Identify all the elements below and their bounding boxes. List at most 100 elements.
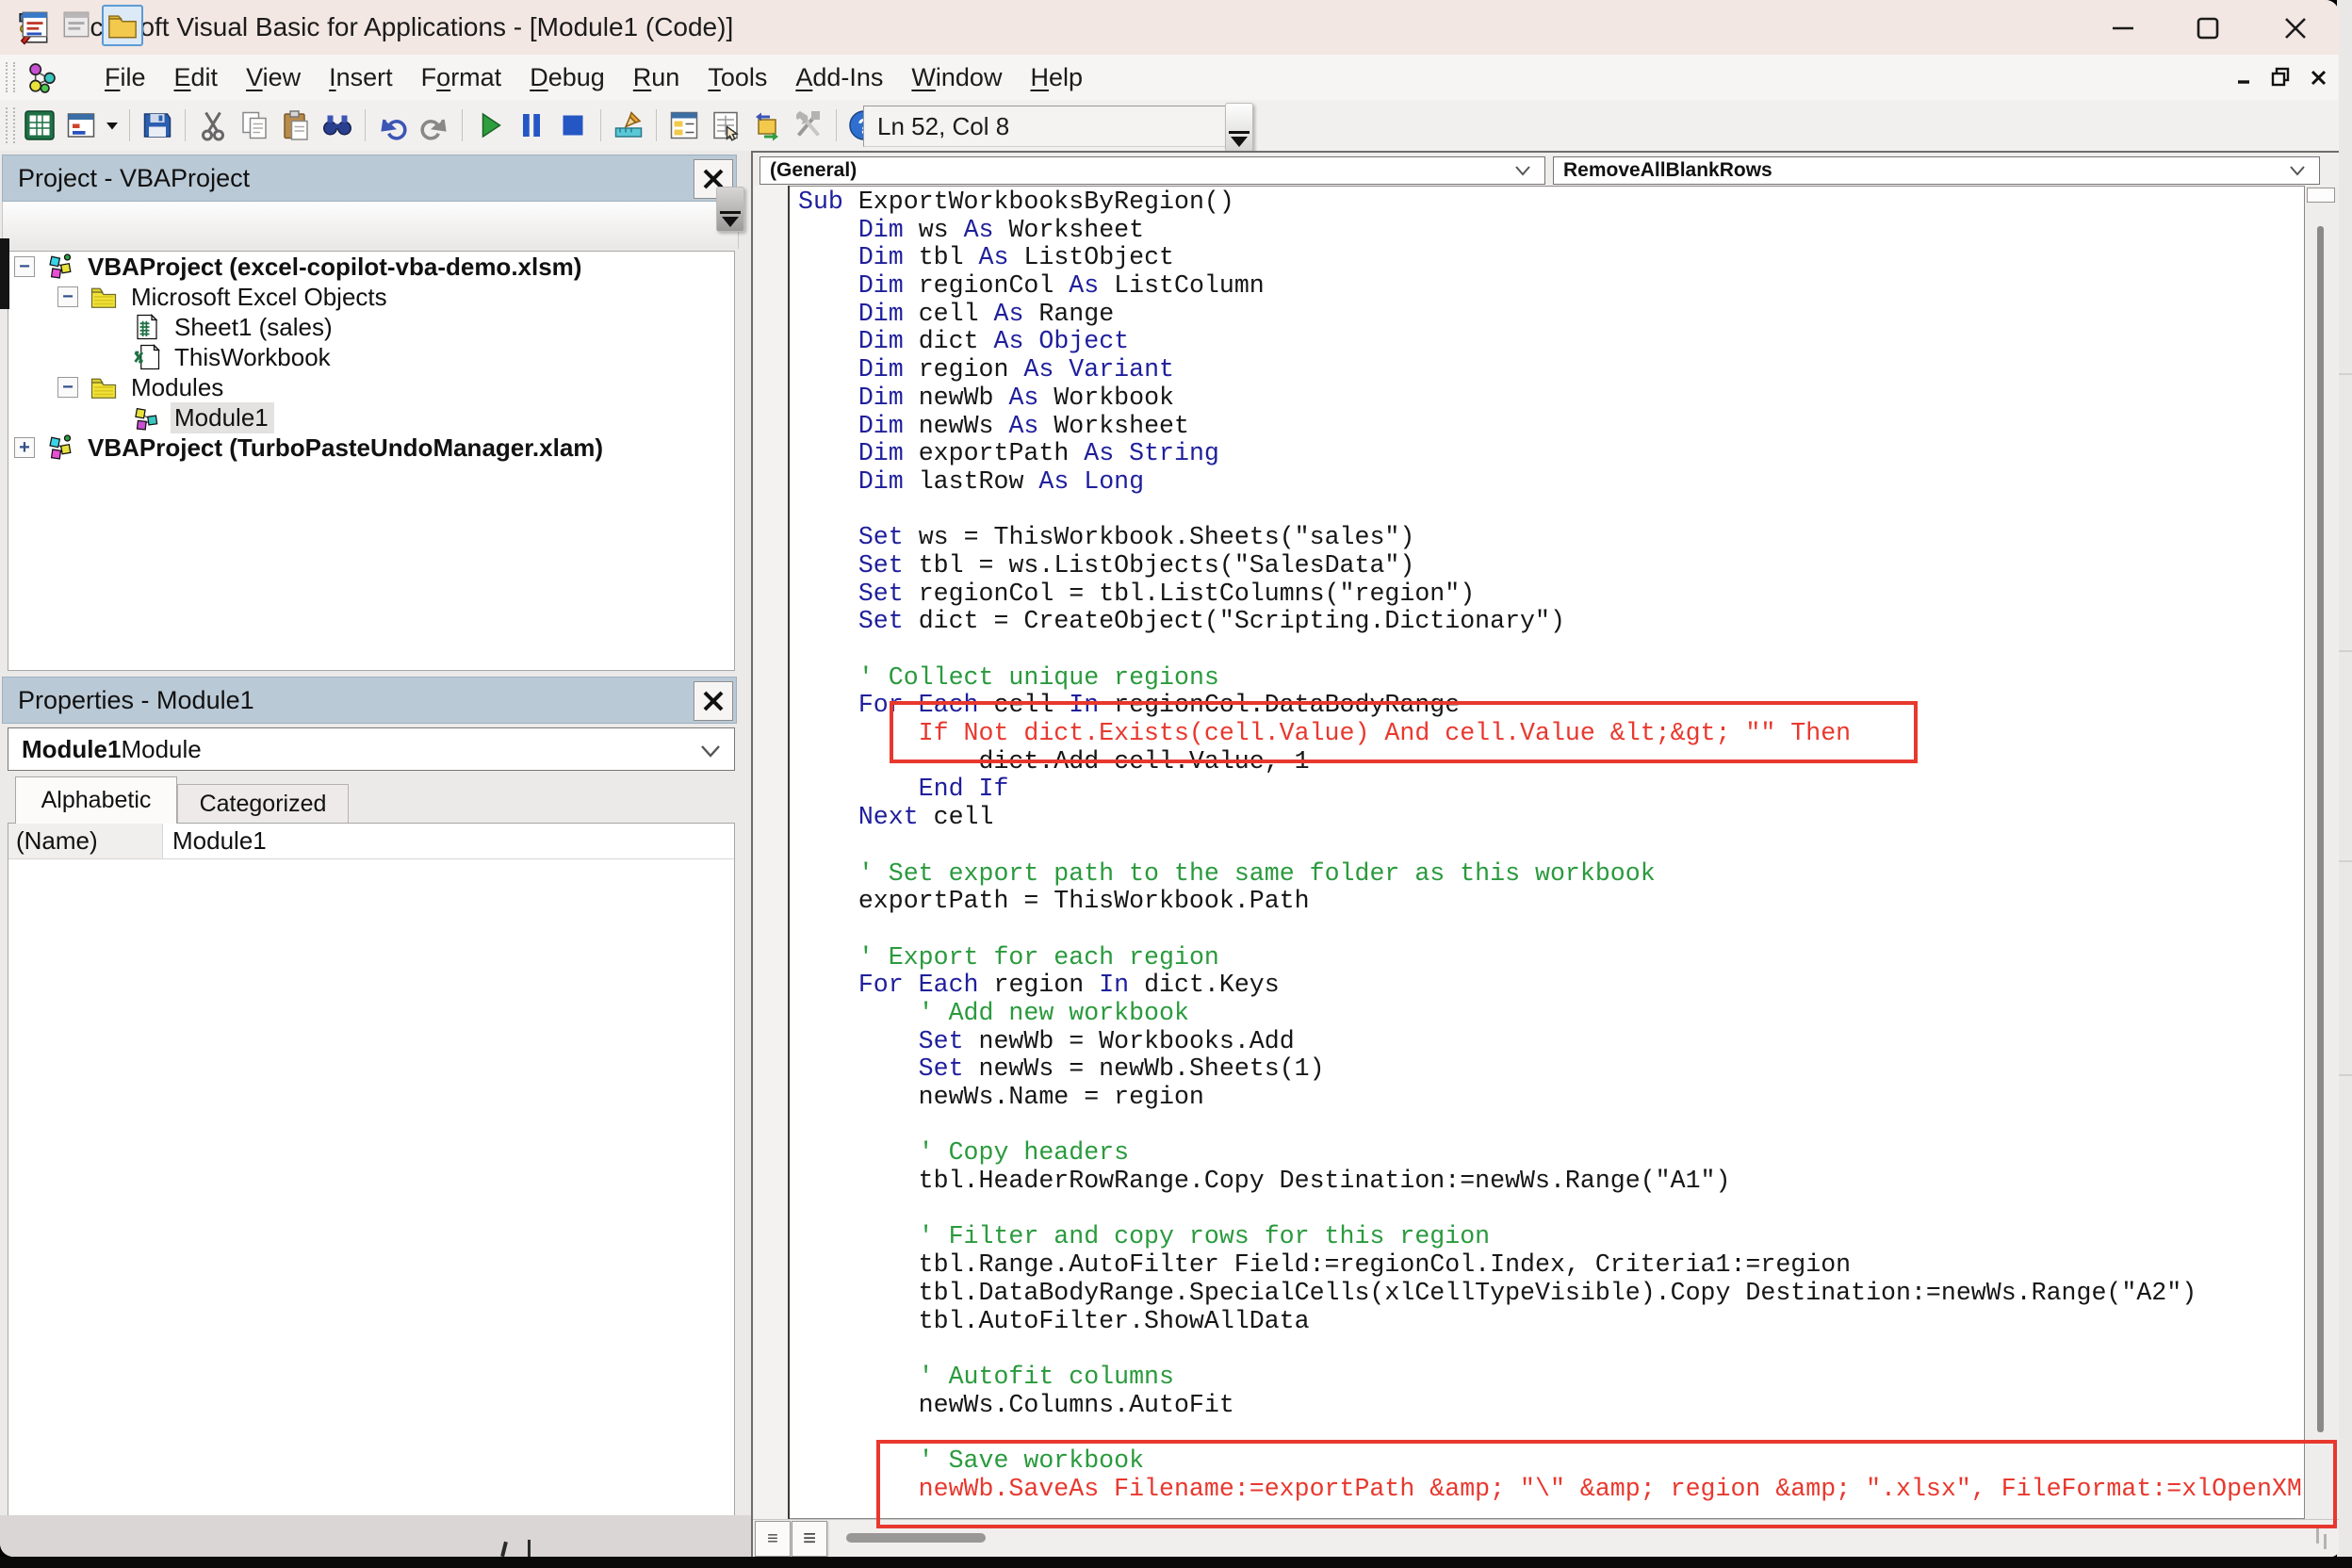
property-row[interactable]: (Name) Module1	[8, 824, 734, 859]
properties-object-dropdown[interactable]: Module1 Module	[8, 727, 735, 771]
chevron-down-icon	[700, 735, 721, 764]
caret-icon-button[interactable]	[102, 105, 122, 146]
code-line: For Each cell In regionCol.DataBodyRange	[858, 691, 1461, 720]
redo-icon-button[interactable]	[414, 105, 455, 146]
toolbar-drag-grip[interactable]	[6, 107, 15, 143]
procedure-dropdown[interactable]: RemoveAllBlankRows	[1553, 156, 2320, 185]
copy-icon-button[interactable]	[234, 105, 275, 146]
code-line: Dim newWs As Worksheet	[858, 411, 1189, 440]
menu-add-ins[interactable]: Add-Ins	[781, 63, 897, 92]
vertical-scrollbar-thumb[interactable]	[2317, 226, 2324, 1432]
horizontal-scrollbar-thumb[interactable]	[846, 1533, 986, 1543]
menu-edit[interactable]: Edit	[160, 63, 233, 92]
project-panel-header[interactable]: Project - VBAProject	[2, 155, 737, 202]
workbook-icon	[131, 343, 163, 371]
toggle-folders-button[interactable]	[102, 5, 143, 46]
tree-item-vbaproject-turbopasteundomanager-xlam-[interactable]: + VBAProject (TurboPasteUndoManager.xlam)	[8, 433, 734, 463]
mdi-minimize-button[interactable]	[2230, 64, 2262, 90]
code-line: tbl.HeaderRowRange.Copy Destination:=new…	[798, 1167, 1731, 1196]
toolbar-options-overflow-button[interactable]	[1225, 103, 1253, 152]
close-button[interactable]	[2274, 13, 2317, 43]
window-title: Microsoft Visual Basic for Applications …	[62, 12, 734, 41]
code-line: Dim ws As Worksheet	[858, 215, 1145, 244]
properties-panel-close-button[interactable]	[694, 681, 733, 721]
tree-item-label: Module1	[171, 401, 274, 433]
menu-view[interactable]: View	[232, 63, 315, 92]
collapse-icon[interactable]: −	[57, 286, 78, 307]
resize-grip[interactable]	[2324, 1534, 2327, 1549]
project-tree[interactable]: − VBAProject (excel-copilot-vba-demo.xlsm…	[8, 251, 735, 671]
background-artifact	[0, 238, 9, 309]
save-icon-button[interactable]	[137, 105, 178, 146]
tree-item-module1[interactable]: Module1	[8, 401, 734, 433]
tab-categorized[interactable]: Categorized	[177, 784, 349, 824]
maximize-button[interactable]	[2186, 13, 2230, 43]
chevron-down-icon	[2289, 159, 2306, 182]
design-mode-icon-button[interactable]	[608, 105, 649, 146]
menu-items: File Edit View Insert Format Debug Run Tools Add…	[90, 55, 1097, 100]
toolbar-separator	[836, 109, 837, 141]
code-lines: Sub ExportWorkbooksByRegion() Dim ws As …	[798, 188, 2302, 1503]
menu-window[interactable]: Window	[897, 63, 1016, 92]
resize-grip[interactable]	[2316, 1528, 2319, 1544]
view-object-button[interactable]	[57, 5, 96, 44]
property-value[interactable]: Module1	[163, 824, 734, 858]
project-explorer-icon-button[interactable]	[663, 105, 705, 146]
tree-item-microsoft-excel-objects[interactable]: − Microsoft Excel Objects	[8, 282, 734, 312]
project-panel-scroll-top[interactable]	[716, 187, 744, 232]
userform-icon-button[interactable]	[60, 105, 102, 146]
undo-icon-button[interactable]	[372, 105, 414, 146]
tree-item-sheet1-sales-[interactable]: Sheet1 (sales)	[8, 312, 734, 342]
full-module-view-button[interactable]: ≡	[792, 1521, 827, 1557]
menu-file[interactable]: File	[90, 63, 160, 92]
properties-panel-header[interactable]: Properties - Module1	[2, 677, 737, 724]
menu-tools[interactable]: Tools	[694, 63, 781, 92]
code-line: tbl.Range.AutoFilter Field:=regionCol.In…	[798, 1250, 1852, 1280]
toolbox-icon-button[interactable]	[788, 105, 829, 146]
object-dropdown[interactable]: (General)	[760, 156, 1545, 185]
properties-window-icon-button[interactable]	[705, 105, 746, 146]
code-line: Dim regionCol As ListColumn	[858, 271, 1265, 301]
toolbar-separator	[600, 109, 601, 141]
collapse-icon[interactable]: −	[57, 377, 78, 398]
menu-debug[interactable]: Debug	[515, 63, 619, 92]
run-icon-button[interactable]	[469, 105, 511, 146]
project-icon	[44, 253, 76, 281]
project-panel-title: Project - VBAProject	[18, 163, 251, 192]
tree-item-vbaproject-excel-copilot-vba-demo-xlsm-[interactable]: − VBAProject (excel-copilot-vba-demo.xlsm…	[8, 252, 734, 282]
object-browser-icon-button[interactable]	[746, 105, 788, 146]
find-icon-button[interactable]	[317, 105, 358, 146]
minimize-button[interactable]	[2101, 13, 2145, 43]
collapse-icon[interactable]: −	[14, 256, 35, 277]
procedure-view-button[interactable]: ≡	[755, 1521, 791, 1557]
menu-help[interactable]: Help	[1016, 63, 1097, 92]
code-line: tbl.AutoFilter.ShowAllData	[798, 1306, 1310, 1335]
tab-alphabetic[interactable]: Alphabetic	[15, 776, 177, 824]
tree-item-modules[interactable]: − Modules	[8, 372, 734, 402]
break-icon-button[interactable]	[511, 105, 552, 146]
code-line: ' Copy headers	[918, 1138, 1130, 1168]
menubar-drag-grip[interactable]	[6, 62, 15, 92]
mdi-close-button[interactable]	[2303, 64, 2335, 90]
expand-icon[interactable]: +	[14, 437, 35, 458]
window-bottom-chrome	[0, 1515, 751, 1557]
properties-grid: (Name) Module1	[8, 823, 735, 1517]
mdi-restore-button[interactable]	[2265, 64, 2297, 90]
menu-format[interactable]: Format	[407, 63, 516, 92]
vba-molecule-icon	[24, 58, 62, 96]
paste-icon-button[interactable]	[275, 105, 317, 146]
horizontal-scrollbar[interactable]	[753, 1519, 2339, 1557]
split-handle[interactable]	[2307, 188, 2335, 203]
code-margin-indicator-bar	[754, 186, 790, 1519]
tree-item-thisworkbook[interactable]: ThisWorkbook	[8, 342, 734, 372]
menu-insert[interactable]: Insert	[315, 63, 407, 92]
menu-run[interactable]: Run	[619, 63, 694, 92]
view-code-button[interactable]	[15, 5, 55, 44]
object-dropdown-value: (General)	[770, 159, 858, 181]
excel-icon-button[interactable]	[19, 105, 60, 146]
cut-icon-button[interactable]	[192, 105, 234, 146]
reset-icon-button[interactable]	[552, 105, 594, 146]
